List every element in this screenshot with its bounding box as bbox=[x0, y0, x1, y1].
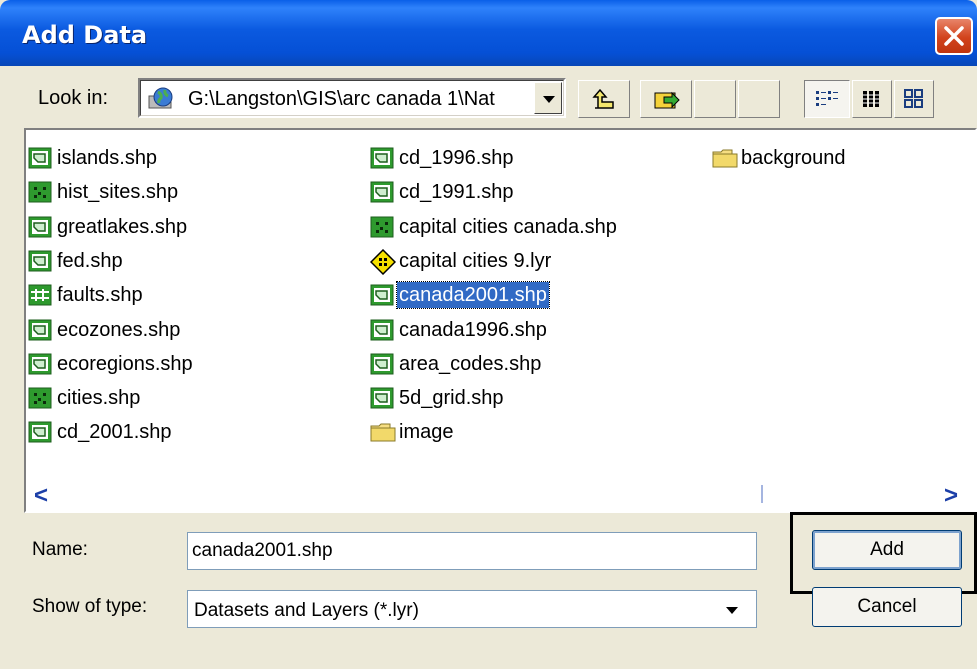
polygon-shapefile-icon bbox=[370, 180, 394, 204]
look-in-label: Look in: bbox=[38, 87, 109, 109]
look-in-combo[interactable]: G:\Langston\GIS\arc canada 1\Nat bbox=[138, 78, 566, 118]
details-view-icon bbox=[863, 91, 879, 107]
line-shapefile-icon bbox=[28, 283, 52, 307]
up-folder-icon bbox=[592, 88, 614, 109]
title-bar[interactable]: Add Data bbox=[0, 0, 977, 66]
thumbnails-view-icon bbox=[904, 89, 923, 108]
file-item-label: hist_sites.shp bbox=[57, 181, 179, 204]
file-item-label: ecozones.shp bbox=[57, 318, 181, 341]
add-data-dialog: Add Data Look in: G:\Langston\GIS\arc ca… bbox=[0, 0, 977, 669]
connect-folder-icon bbox=[654, 91, 680, 109]
details-view-button[interactable] bbox=[852, 80, 892, 118]
file-item-label: area_codes.shp bbox=[399, 352, 542, 375]
scroll-left-arrow[interactable]: < bbox=[34, 482, 48, 510]
file-item[interactable]: greatlakes.shp bbox=[28, 213, 189, 241]
file-item[interactable]: area_codes.shp bbox=[370, 350, 543, 378]
point-shapefile-icon bbox=[28, 180, 52, 204]
polygon-shapefile-icon bbox=[370, 318, 394, 342]
look-in-path: G:\Langston\GIS\arc canada 1\Nat bbox=[188, 88, 495, 110]
drive-globe-icon bbox=[148, 87, 173, 109]
file-item-label: faults.shp bbox=[57, 284, 143, 307]
file-item[interactable]: capital cities canada.shp bbox=[370, 213, 619, 241]
file-item[interactable]: canada2001.shp bbox=[370, 281, 550, 310]
polygon-shapefile-icon bbox=[370, 386, 394, 410]
file-item[interactable]: cd_1991.shp bbox=[370, 178, 516, 206]
file-item-label: greatlakes.shp bbox=[57, 215, 188, 238]
up-one-level-button[interactable] bbox=[578, 80, 630, 118]
name-field[interactable] bbox=[187, 532, 757, 570]
file-item-label: image bbox=[399, 421, 454, 444]
scroll-right-arrow[interactable]: > bbox=[944, 482, 958, 510]
look-in-dropdown-arrow[interactable] bbox=[534, 82, 562, 114]
polygon-shapefile-icon bbox=[370, 352, 394, 376]
dialog-title: Add Data bbox=[22, 21, 148, 49]
point-shapefile-icon bbox=[370, 215, 394, 239]
file-item-label: cd_2001.shp bbox=[57, 421, 172, 444]
file-item[interactable]: islands.shp bbox=[28, 144, 159, 172]
show-of-type-label: Show of type: bbox=[32, 596, 148, 617]
folder-item[interactable]: background bbox=[712, 144, 848, 172]
file-item-label: ecoregions.shp bbox=[57, 352, 193, 375]
file-item-label: canada1996.shp bbox=[399, 318, 547, 341]
name-label: Name: bbox=[32, 539, 88, 560]
file-item[interactable]: ecoregions.shp bbox=[28, 350, 195, 378]
thumbnails-view-button[interactable] bbox=[894, 80, 934, 118]
polygon-shapefile-icon bbox=[28, 420, 52, 444]
file-item-label: canada2001.shp bbox=[396, 281, 550, 310]
disconnect-folder-button[interactable] bbox=[694, 80, 736, 118]
show-of-type-select[interactable]: Datasets and Layers (*.lyr) bbox=[187, 590, 757, 628]
folder-icon bbox=[370, 420, 396, 444]
file-item[interactable]: canada1996.shp bbox=[370, 316, 549, 344]
list-view-button[interactable] bbox=[804, 80, 850, 118]
layer-file-icon bbox=[369, 248, 397, 275]
file-item[interactable]: capital cities 9.lyr bbox=[369, 247, 553, 275]
file-item[interactable]: faults.shp bbox=[28, 281, 145, 309]
file-item[interactable]: cd_1996.shp bbox=[370, 144, 516, 172]
file-item-label: 5d_grid.shp bbox=[399, 387, 504, 410]
file-item[interactable]: cd_2001.shp bbox=[28, 418, 174, 446]
file-list[interactable]: islands.shp hist_sites.shp greatlakes.shp f… bbox=[24, 128, 977, 513]
file-item[interactable]: cities.shp bbox=[28, 384, 142, 412]
file-item[interactable]: fed.shp bbox=[28, 247, 125, 275]
cancel-button[interactable]: Cancel bbox=[812, 587, 962, 627]
new-folder-button[interactable] bbox=[738, 80, 780, 118]
name-input[interactable] bbox=[192, 537, 732, 565]
file-item-label: cd_1996.shp bbox=[399, 147, 514, 169]
chevron-down-icon[interactable] bbox=[726, 607, 738, 614]
file-item[interactable]: hist_sites.shp bbox=[28, 178, 180, 206]
close-icon bbox=[944, 26, 964, 46]
polygon-shapefile-icon bbox=[28, 215, 52, 239]
add-button[interactable]: Add bbox=[812, 530, 962, 570]
close-button[interactable] bbox=[935, 17, 973, 55]
point-shapefile-icon bbox=[28, 386, 52, 410]
file-item-label: fed.shp bbox=[57, 249, 123, 272]
file-item-label: background bbox=[741, 147, 846, 169]
polygon-shapefile-icon bbox=[28, 249, 52, 273]
file-item[interactable]: 5d_grid.shp bbox=[370, 384, 506, 412]
list-view-icon bbox=[816, 91, 838, 106]
polygon-shapefile-icon bbox=[28, 146, 52, 170]
polygon-shapefile-icon bbox=[370, 146, 394, 170]
folder-item[interactable]: image bbox=[370, 418, 455, 446]
file-item-label: capital cities canada.shp bbox=[399, 215, 617, 238]
polygon-shapefile-icon bbox=[28, 352, 52, 376]
horizontal-scroll-thumb[interactable] bbox=[761, 485, 763, 503]
file-item[interactable]: ecozones.shp bbox=[28, 316, 182, 344]
file-item-label: cities.shp bbox=[57, 387, 141, 410]
file-item-label: cd_1991.shp bbox=[399, 181, 514, 204]
file-item-label: islands.shp bbox=[57, 147, 158, 169]
show-of-type-value: Datasets and Layers (*.lyr) bbox=[194, 600, 419, 621]
folder-icon bbox=[712, 146, 738, 170]
polygon-shapefile-icon bbox=[370, 283, 394, 307]
polygon-shapefile-icon bbox=[28, 318, 52, 342]
connect-to-folder-button[interactable] bbox=[640, 80, 692, 118]
file-item-label: capital cities 9.lyr bbox=[399, 249, 552, 272]
